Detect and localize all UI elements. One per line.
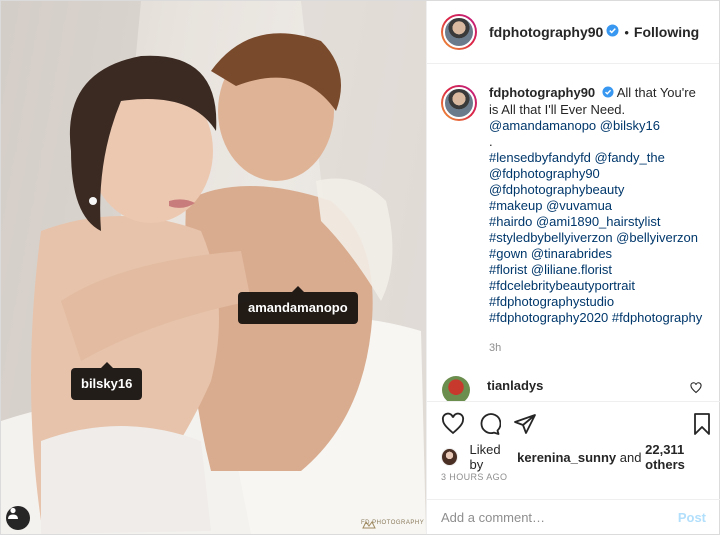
user-tags-button[interactable] [6, 506, 30, 530]
post-side-panel: fdphotography90 • Following fdphotograph… [426, 1, 720, 534]
post-timestamp[interactable]: 3 HOURS AGO [427, 472, 720, 482]
liker-avatar[interactable] [441, 448, 458, 466]
heart-icon[interactable] [441, 412, 465, 436]
caption-line[interactable]: @amandamanopo @bilsky16 [489, 118, 706, 134]
caption-author-avatar[interactable] [441, 85, 477, 121]
caption-lines: @amandamanopo @bilsky16 . #lensedbyfandy… [489, 118, 706, 326]
verified-icon [606, 24, 619, 40]
post-modal: amandamanopo bilsky16 FD PHOTOGRAPHY fdp… [0, 0, 720, 535]
comment-form: Post [427, 499, 720, 534]
likes-count[interactable]: 22,311 others [645, 442, 720, 472]
likes-summary: Liked by kerenina_sunny and 22,311 other… [427, 442, 720, 472]
caption-line[interactable]: #makeup @vuvamua [489, 198, 706, 214]
post-photo[interactable]: amandamanopo bilsky16 FD PHOTOGRAPHY [1, 1, 426, 534]
caption-line[interactable]: #fdphotography2020 #fdphotography [489, 310, 706, 326]
action-bar [427, 402, 720, 446]
author-avatar[interactable] [441, 14, 477, 50]
caption-line[interactable]: #styledbybellyiverzon @bellyiverzon [489, 230, 706, 246]
caption: fdphotography90 All that You're is All t… [441, 85, 706, 356]
commenter-avatar[interactable] [442, 375, 470, 401]
likes-prefix: Liked by [469, 442, 501, 472]
header-separator: • [624, 24, 629, 40]
caption-username[interactable]: fdphotography90 [489, 85, 595, 100]
watermark-logo [362, 521, 376, 529]
caption-line[interactable]: #hairdo @ami1890_hairstylist [489, 214, 706, 230]
caption-age: 3h [489, 341, 502, 354]
heart-icon[interactable] [690, 381, 702, 397]
comment-input[interactable] [441, 509, 678, 525]
comment-item: tianladys [441, 375, 706, 401]
comment-icon[interactable] [477, 412, 501, 436]
photo-watermark: FD PHOTOGRAPHY [361, 520, 424, 529]
caption-line: . [489, 133, 493, 149]
caption-line[interactable]: @fdphotography90 [489, 166, 706, 182]
post-header: fdphotography90 • Following [427, 1, 719, 64]
caption-line[interactable]: #gown @tinarabrides [489, 246, 706, 262]
caption-line[interactable]: @fdphotographybeauty [489, 182, 706, 198]
likes-and: and [619, 449, 642, 465]
actions-area: Liked by kerenina_sunny and 22,311 other… [427, 401, 720, 499]
photo-illustration [1, 1, 426, 534]
verified-icon [602, 86, 614, 102]
following-button[interactable]: Following [634, 24, 699, 40]
caption-line[interactable]: #fdcelebritybeautyportrait [489, 278, 706, 294]
author-username[interactable]: fdphotography90 [489, 24, 603, 40]
comments-area[interactable]: fdphotography90 All that You're is All t… [427, 65, 720, 401]
caption-line[interactable]: #lensedbyfandyfd @fandy_the [489, 150, 706, 166]
bookmark-icon[interactable] [690, 412, 714, 439]
user-tag-amandamanopo[interactable]: amandamanopo [238, 286, 358, 324]
caption-line[interactable]: #fdphotographystudio [489, 294, 706, 310]
commenter-username[interactable]: tianladys [487, 378, 543, 393]
liker-username[interactable]: kerenina_sunny [517, 450, 616, 465]
share-icon[interactable] [513, 412, 537, 436]
post-comment-button[interactable]: Post [678, 510, 706, 525]
caption-line[interactable]: #florist @liliane.florist [489, 262, 706, 278]
user-tag-bilsky16[interactable]: bilsky16 [71, 362, 143, 400]
